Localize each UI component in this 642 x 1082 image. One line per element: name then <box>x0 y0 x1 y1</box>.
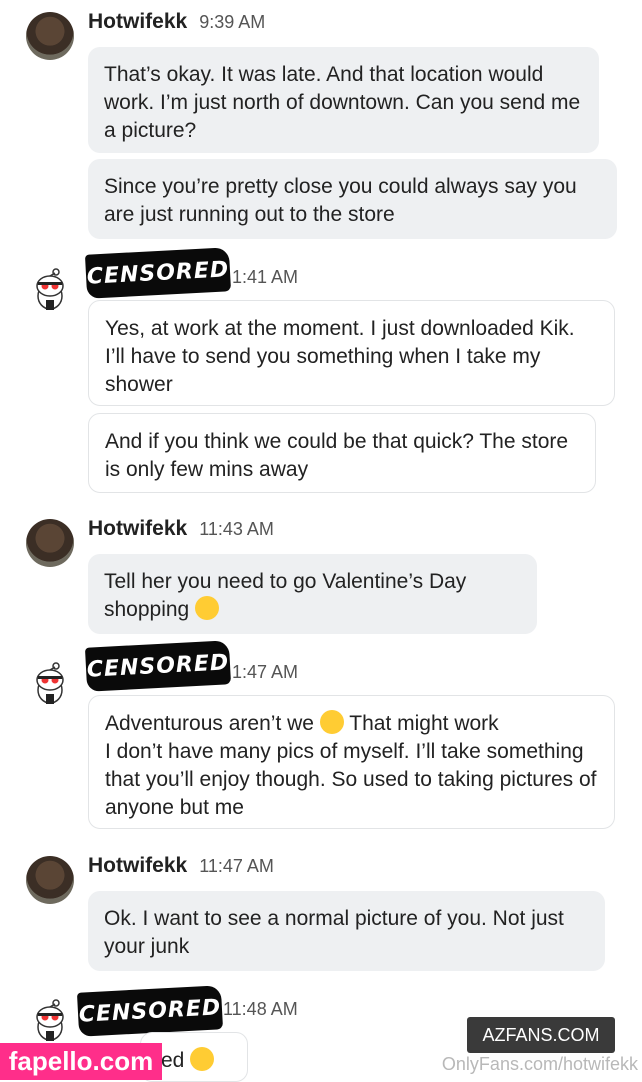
message-bubble: Since you’re pretty close you could alwa… <box>88 159 617 239</box>
grinning-emoji-icon <box>190 1047 215 1071</box>
sender-name[interactable]: Hotwifekk <box>88 517 187 541</box>
censored-sender: CENSORED <box>84 247 232 299</box>
message-bubble: And if you think we could be that quick?… <box>88 413 596 493</box>
onlyfans-watermark: OnlyFans.com/hotwifekk <box>441 1054 638 1074</box>
message-text: Since you’re pretty close you could alwa… <box>104 175 577 226</box>
sender-name[interactable]: Hotwifekk <box>88 854 187 878</box>
message-header: 1:47 AM <box>232 662 298 692</box>
message-text: Adventurous aren’t we <box>105 712 314 735</box>
message-bubble: That’s okay. It was late. And that locat… <box>88 47 599 153</box>
message-text: And if you think we could be that quick?… <box>105 430 569 481</box>
message-text: ed <box>161 1049 185 1072</box>
message-bubble: Ok. I want to see a normal picture of yo… <box>88 891 605 971</box>
censored-sender: CENSORED <box>84 640 232 692</box>
azfans-watermark: AZFANS.COM <box>467 1017 615 1053</box>
censored-sender: CENSORED <box>76 985 224 1037</box>
snoo-avatar-icon <box>36 268 64 310</box>
message-text: Tell her you need to go Valentine’s Day … <box>104 570 467 621</box>
message-text: That’s okay. It was late. And that locat… <box>104 63 581 142</box>
avatar[interactable] <box>26 997 74 1045</box>
message-time: 9:39 AM <box>199 12 266 32</box>
message-text: That might work <box>349 712 499 735</box>
fapello-watermark: fapello.com <box>0 1043 162 1080</box>
snoo-avatar-icon <box>36 999 64 1041</box>
snoo-avatar-icon <box>36 662 64 704</box>
message-header: Hotwifekk 11:47 AM <box>88 854 274 884</box>
message-text: Ok. I want to see a normal picture of yo… <box>104 907 564 958</box>
message-time: 11:47 AM <box>199 856 274 876</box>
message-bubble: Tell her you need to go Valentine’s Day … <box>88 554 537 634</box>
message-time: 1:41 AM <box>232 267 299 287</box>
avatar[interactable] <box>26 856 74 904</box>
winking-face-emoji-icon <box>319 710 344 734</box>
message-bubble: Yes, at work at the moment. I just downl… <box>88 300 615 406</box>
avatar[interactable] <box>26 519 74 567</box>
message-header: Hotwifekk 9:39 AM <box>88 10 265 40</box>
message-header: Hotwifekk 11:43 AM <box>88 517 274 547</box>
message-text: I don’t have many pics of myself. I’ll t… <box>105 740 597 819</box>
winking-tongue-emoji-icon <box>195 596 220 620</box>
sender-name[interactable]: Hotwifekk <box>88 10 187 34</box>
avatar[interactable] <box>26 660 74 708</box>
message-header: 11:48 AM <box>223 999 298 1029</box>
message-line: Adventurous aren’t we That might work <box>105 710 598 738</box>
message-bubble: Adventurous aren’t we That might work I … <box>88 695 615 829</box>
message-time: 1:47 AM <box>232 662 299 682</box>
message-time: 11:48 AM <box>223 999 298 1019</box>
message-time: 11:43 AM <box>199 519 274 539</box>
avatar[interactable] <box>26 266 74 314</box>
message-text: Yes, at work at the moment. I just downl… <box>105 317 575 396</box>
avatar[interactable] <box>26 12 74 60</box>
message-header: 1:41 AM <box>232 267 298 297</box>
